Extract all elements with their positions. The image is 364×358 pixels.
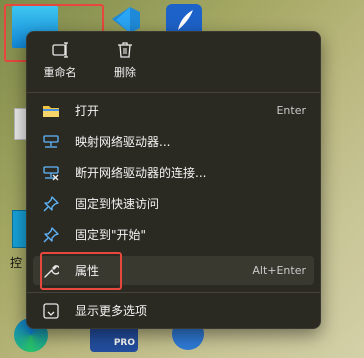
rename-button[interactable]: 重命名 [35,40,85,80]
network-drive-icon [41,134,61,150]
menu-item-map-network-drive[interactable]: 映射网络驱动器... [33,127,314,156]
delete-button[interactable]: 删除 [100,40,150,80]
delete-label: 删除 [114,66,136,79]
folder-icon [41,103,61,119]
pro-badge: PRO [113,338,135,348]
more-options-icon [41,302,61,319]
menu-item-open[interactable]: 打开 Enter [33,96,314,125]
rename-icon [51,40,69,60]
menu-separator [27,92,320,93]
menu-item-disconnect-network-drive[interactable]: 断开网络驱动器的连接... [33,158,314,187]
trash-icon [117,40,133,60]
menu-item-open-shortcut: Enter [276,104,306,117]
properties-highlight [40,252,122,290]
menu-item-pin-to-start[interactable]: 固定到"开始" [33,220,314,249]
disconnect-drive-icon [41,165,61,181]
desktop-label-partial: 控 [10,256,23,270]
menu-item-show-more-options-label: 显示更多选项 [75,304,148,318]
menu-item-map-network-drive-label: 映射网络驱动器... [75,135,171,149]
menu-item-pin-to-start-label: 固定到"开始" [75,228,147,242]
menu-item-open-label: 打开 [75,104,100,118]
pin-icon [41,226,61,243]
rename-label: 重命名 [43,66,77,79]
menu-item-properties-shortcut: Alt+Enter [252,264,306,277]
menu-item-pin-quick-access-label: 固定到快速访问 [75,197,160,211]
pin-icon [41,195,61,212]
menu-item-show-more-options[interactable]: 显示更多选项 [33,296,314,325]
menu-item-disconnect-network-drive-label: 断开网络驱动器的连接... [75,166,207,180]
menu-item-pin-quick-access[interactable]: 固定到快速访问 [33,189,314,218]
menu-separator-bottom [27,292,320,293]
